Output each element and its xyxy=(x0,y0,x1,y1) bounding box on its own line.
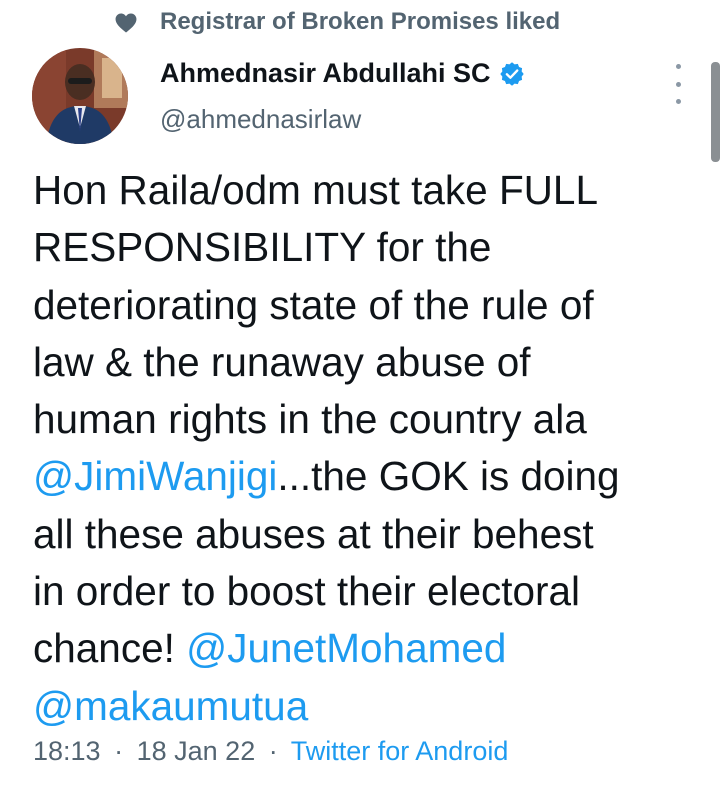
tweet-time[interactable]: 18:13 xyxy=(33,736,101,766)
tweet-date[interactable]: 18 Jan 22 xyxy=(137,736,256,766)
tweet-line: law & the runaway abuse of xyxy=(33,334,693,391)
tweet-line: chance! @JunetMohamed xyxy=(33,620,693,677)
author-handle[interactable]: @ahmednasirlaw xyxy=(160,104,361,135)
social-context xyxy=(115,6,137,40)
mention-link[interactable]: @JunetMohamed xyxy=(186,625,506,671)
tweet-text-segment: deteriorating state of the rule of xyxy=(33,281,594,328)
tweet-text-segment: in order to boost their electoral xyxy=(33,568,581,615)
more-dot xyxy=(675,64,681,69)
scrollbar-thumb[interactable] xyxy=(711,62,720,162)
more-dot xyxy=(675,81,681,87)
tweet-text-segment: ...the GOK is doing xyxy=(277,453,620,500)
tweet-line: RESPONSIBILITY for the xyxy=(33,219,693,276)
tweet-line: Hon Raila/odm must take FULL xyxy=(33,162,693,219)
tweet-text: Hon Raila/odm must take FULL RESPONSIBILI… xyxy=(33,162,693,735)
tweet-source-link[interactable]: Twitter for Android xyxy=(291,736,509,766)
meta-separator: · xyxy=(114,736,124,766)
tweet-line: all these abuses at their behest xyxy=(33,506,693,563)
avatar[interactable] xyxy=(32,48,128,144)
author-name-row[interactable]: Ahmednasir Abdullahi SC xyxy=(160,58,525,89)
tweet-line: in order to boost their electoral xyxy=(33,563,693,620)
author-display-name[interactable]: Ahmednasir Abdullahi SC xyxy=(160,58,491,89)
tweet-text-segment: all these abuses at their behest xyxy=(33,510,594,557)
verified-badge-icon xyxy=(499,61,525,87)
tweet-line: @JimiWanjigi...the GOK is doing xyxy=(33,448,693,505)
tweet-meta: 18:13 · 18 Jan 22 · Twitter for Android xyxy=(33,736,508,767)
more-options-button[interactable] xyxy=(666,64,690,104)
tweet-text-segment: law & the runaway abuse of xyxy=(33,338,531,385)
tweet-line: deteriorating state of the rule of xyxy=(33,277,693,334)
tweet-line: human rights in the country ala xyxy=(33,391,693,448)
mention-link[interactable]: @JimiWanjigi xyxy=(33,453,277,499)
tweet-text-segment: human rights in the country ala xyxy=(33,396,587,443)
meta-separator: · xyxy=(268,736,278,766)
tweet-text-segment: RESPONSIBILITY for the xyxy=(33,224,492,271)
tweet-text-segment: Hon Raila/odm must take FULL xyxy=(33,167,598,213)
avatar-image xyxy=(32,48,128,144)
more-dot xyxy=(675,99,681,104)
mention-link[interactable]: @makaumutua xyxy=(33,683,308,729)
tweet-line: @makaumutua xyxy=(33,678,693,735)
heart-icon xyxy=(115,13,137,33)
tweet-text-segment: chance! xyxy=(33,625,187,672)
social-context-text[interactable]: Registrar of Broken Promises liked xyxy=(160,8,560,36)
